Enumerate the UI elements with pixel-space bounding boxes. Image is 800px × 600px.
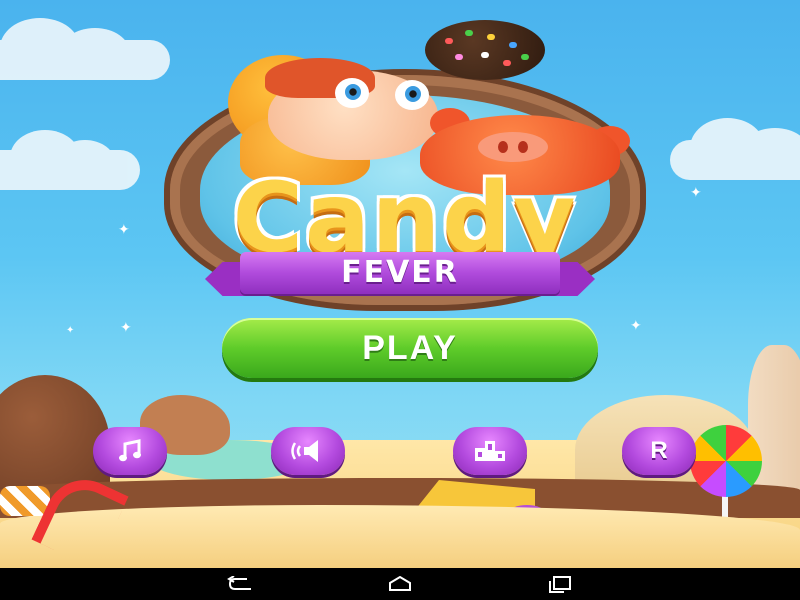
pig-snout bbox=[478, 132, 548, 162]
sparkle-icon: ✦ bbox=[690, 185, 702, 201]
back-icon bbox=[227, 576, 251, 590]
android-nav-bar bbox=[0, 568, 800, 600]
r-letter: R bbox=[650, 437, 668, 464]
sparkle-icon: ✦ bbox=[118, 222, 130, 238]
game-screen: ✦ ✦ ✦ ✦ ✦ Candy FEVER PLAY R bbox=[0, 0, 800, 568]
speaker-icon bbox=[291, 440, 318, 462]
home-button[interactable] bbox=[380, 570, 420, 598]
music-button[interactable] bbox=[93, 427, 167, 475]
music-note-icon bbox=[119, 439, 141, 462]
back-button[interactable] bbox=[220, 570, 260, 598]
cloud-decoration bbox=[670, 118, 800, 180]
kid-eye bbox=[395, 80, 429, 110]
kid-eye bbox=[335, 78, 369, 108]
sound-button[interactable] bbox=[271, 427, 345, 475]
play-button-label: PLAY bbox=[362, 328, 458, 367]
podium-icon bbox=[475, 441, 505, 461]
recents-button[interactable] bbox=[540, 570, 580, 598]
sparkle-icon: ✦ bbox=[66, 325, 75, 336]
play-button[interactable]: PLAY bbox=[222, 318, 598, 378]
striped-candy bbox=[0, 486, 50, 516]
rainbow-lollipop bbox=[690, 425, 762, 497]
game-subtitle: FEVER bbox=[341, 255, 459, 290]
sparkle-icon: ✦ bbox=[120, 320, 132, 336]
chocolate-candy-ball bbox=[425, 20, 545, 80]
recents-icon bbox=[549, 576, 571, 593]
cloud-decoration bbox=[0, 130, 140, 190]
cloud-decoration bbox=[0, 18, 170, 80]
sparkle-icon: ✦ bbox=[630, 318, 642, 334]
leaderboard-button[interactable] bbox=[453, 427, 527, 475]
home-icon bbox=[389, 576, 411, 591]
rate-button[interactable]: R bbox=[622, 427, 696, 475]
